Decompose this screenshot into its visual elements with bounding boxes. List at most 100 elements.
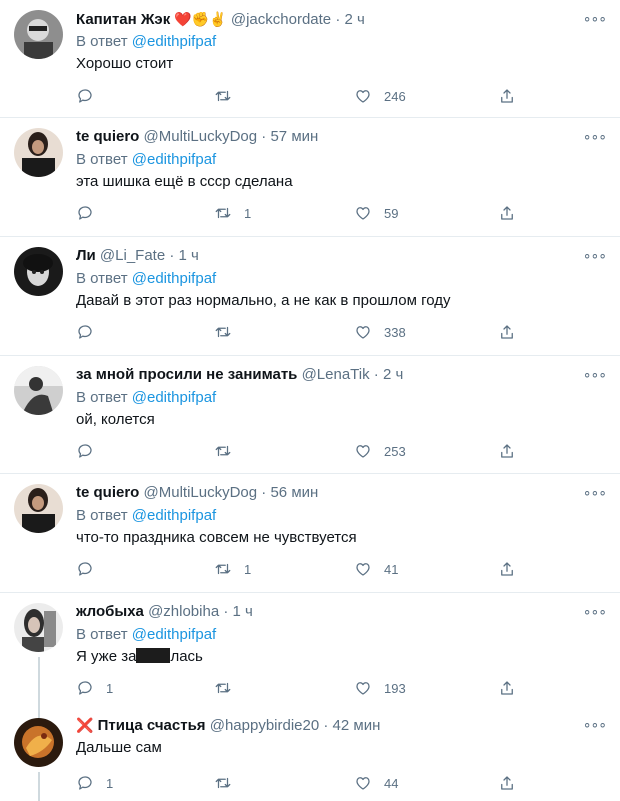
- timestamp[interactable]: 1 ч: [233, 603, 253, 620]
- share-button[interactable]: [498, 559, 516, 579]
- reply-icon: [78, 562, 92, 576]
- retweet-icon: [215, 90, 231, 102]
- author-handle[interactable]: @happybirdie20: [210, 717, 319, 734]
- tweet[interactable]: te quiero @MultiLuckyDog · 56 мин В отве…: [0, 474, 620, 593]
- tweet[interactable]: Ли @Li_Fate · 1 ч В ответ @edithpifpaf Д…: [0, 237, 620, 356]
- author-name[interactable]: за мной просили не занимать: [76, 366, 297, 383]
- more-icon[interactable]: ∘∘∘: [583, 366, 607, 383]
- timestamp[interactable]: 42 мин: [333, 717, 381, 734]
- tweet-actions: 1 193: [76, 678, 526, 698]
- like-count: 193: [384, 680, 406, 696]
- more-icon[interactable]: ∘∘∘: [583, 603, 607, 620]
- reply-button[interactable]: 1: [76, 773, 113, 793]
- tweet-text: Давай в этот раз нормально, а не как в п…: [76, 292, 451, 309]
- separator-dot: ·: [261, 128, 267, 145]
- tweet[interactable]: за мной просили не занимать @LenaTik · 2…: [0, 356, 620, 474]
- share-button[interactable]: [498, 441, 516, 461]
- reply-icon: [78, 681, 92, 695]
- tweet[interactable]: Капитан Жэк ❤️✊✌️ @jackchordate · 2 ч В …: [0, 0, 620, 118]
- like-button[interactable]: 193: [354, 678, 406, 698]
- retweet-button[interactable]: [214, 441, 244, 461]
- reply-button[interactable]: 1: [76, 678, 113, 698]
- more-icon[interactable]: ∘∘∘: [583, 716, 607, 733]
- reply-button[interactable]: [76, 86, 106, 106]
- like-count: 338: [384, 324, 406, 340]
- mention-link[interactable]: @edithpifpaf: [132, 151, 216, 168]
- share-button[interactable]: [498, 86, 516, 106]
- avatar[interactable]: [14, 10, 63, 59]
- more-icon[interactable]: ∘∘∘: [583, 10, 607, 27]
- like-icon: [356, 445, 370, 458]
- retweet-button[interactable]: 1: [214, 203, 251, 223]
- mention-link[interactable]: @edithpifpaf: [132, 626, 216, 643]
- author-handle[interactable]: @MultiLuckyDog: [144, 128, 258, 145]
- avatar[interactable]: [14, 128, 63, 177]
- avatar[interactable]: [14, 366, 63, 415]
- mention-link[interactable]: @edithpifpaf: [132, 33, 216, 50]
- mention-link[interactable]: @edithpifpaf: [132, 389, 216, 406]
- avatar[interactable]: [14, 484, 63, 533]
- share-button[interactable]: [498, 678, 516, 698]
- reply-button[interactable]: [76, 559, 106, 579]
- author-name[interactable]: жлобыха: [76, 603, 144, 620]
- share-icon: [501, 325, 513, 339]
- reply-icon: [78, 444, 92, 458]
- author-handle[interactable]: @zhlobiha: [148, 603, 219, 620]
- tweet[interactable]: ❌ Птица счастья @happybirdie20 · 42 мин …: [0, 710, 620, 801]
- tweet-actions: 1 44: [76, 773, 526, 793]
- share-button[interactable]: [498, 773, 516, 793]
- reply-context: В ответ @edithpifpaf: [76, 32, 600, 52]
- reply-icon: [78, 325, 92, 339]
- share-button[interactable]: [498, 322, 516, 342]
- retweet-icon: [215, 682, 231, 694]
- like-button[interactable]: 253: [354, 441, 406, 461]
- retweet-button[interactable]: [214, 86, 244, 106]
- timestamp[interactable]: 56 мин: [270, 484, 318, 501]
- more-icon[interactable]: ∘∘∘: [583, 484, 607, 501]
- author-name[interactable]: Птица счастья: [98, 717, 206, 734]
- author-handle[interactable]: @Li_Fate: [100, 247, 165, 264]
- like-button[interactable]: 41: [354, 559, 398, 579]
- tweet[interactable]: жлобыха @zhlobiha · 1 ч В ответ @edithpi…: [0, 593, 620, 710]
- reply-icon: [78, 206, 92, 220]
- tweet-text: Дальше сам: [76, 739, 162, 756]
- retweet-button[interactable]: [214, 322, 244, 342]
- timestamp[interactable]: 2 ч: [345, 11, 365, 28]
- tweet-text: Я уже за лась: [76, 647, 600, 667]
- share-button[interactable]: [498, 203, 516, 223]
- retweet-button[interactable]: [214, 773, 244, 793]
- reply-button[interactable]: [76, 322, 106, 342]
- separator-dot: ·: [169, 247, 175, 264]
- timestamp[interactable]: 2 ч: [383, 366, 403, 383]
- like-button[interactable]: 246: [354, 86, 406, 106]
- avatar[interactable]: [14, 603, 63, 652]
- retweet-button[interactable]: [214, 678, 244, 698]
- retweet-count: 1: [244, 205, 252, 221]
- author-name[interactable]: Ли: [76, 247, 96, 264]
- like-count: 41: [384, 561, 399, 577]
- like-button[interactable]: 44: [354, 773, 398, 793]
- mention-link[interactable]: @edithpifpaf: [132, 270, 216, 287]
- author-handle[interactable]: @MultiLuckyDog: [144, 484, 258, 501]
- reply-button[interactable]: [76, 203, 106, 223]
- reply-count: 1: [106, 775, 114, 791]
- more-icon[interactable]: ∘∘∘: [583, 128, 607, 145]
- timestamp[interactable]: 1 ч: [179, 247, 199, 264]
- timestamp[interactable]: 57 мин: [270, 128, 318, 145]
- more-icon[interactable]: ∘∘∘: [583, 247, 607, 264]
- reply-button[interactable]: [76, 441, 106, 461]
- retweet-button[interactable]: 1: [214, 559, 251, 579]
- mention-link[interactable]: @edithpifpaf: [132, 507, 216, 524]
- tweet[interactable]: te quiero @MultiLuckyDog · 57 мин В отве…: [0, 118, 620, 237]
- author-name[interactable]: te quiero: [76, 128, 139, 145]
- like-button[interactable]: 59: [354, 203, 398, 223]
- reply-context: В ответ @edithpifpaf: [76, 388, 600, 408]
- author-name[interactable]: Капитан Жэк: [76, 11, 170, 28]
- author-handle[interactable]: @jackchordate: [231, 11, 331, 28]
- avatar[interactable]: [14, 718, 63, 767]
- like-button[interactable]: 338: [354, 322, 406, 342]
- author-name[interactable]: te quiero: [76, 484, 139, 501]
- avatar[interactable]: [14, 247, 63, 296]
- reply-context: В ответ @edithpifpaf: [76, 625, 600, 645]
- author-handle[interactable]: @LenaTik: [302, 366, 370, 383]
